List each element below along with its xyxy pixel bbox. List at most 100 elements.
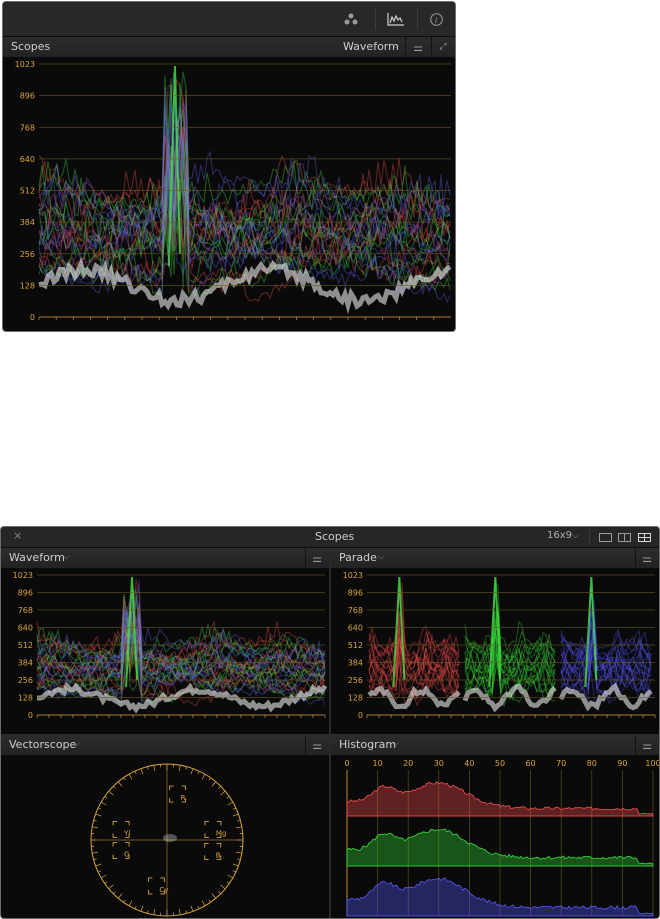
- y-tick-label: 128: [18, 694, 33, 703]
- y-tick-label: 768: [348, 606, 363, 615]
- histogram-title[interactable]: Histogram: [339, 738, 396, 751]
- settings-sliders-icon[interactable]: ⚌: [307, 737, 327, 753]
- y-tick-label: 128: [20, 281, 35, 290]
- waveform-quadrant: Waveform ⌵ ⚌ 1023 896 768 640 512 384 256 128 0: [1, 548, 329, 734]
- waveform-graph: 1023 896 768 640 512 384 256 128 0: [15, 60, 452, 322]
- x-tick-label: 30: [434, 759, 444, 768]
- y-tick-label: 512: [348, 641, 363, 650]
- y-tick-label: 256: [20, 250, 35, 259]
- svg-text:i: i: [435, 16, 438, 25]
- toolbar: i: [3, 2, 455, 37]
- x-tick-label: 100: [645, 759, 659, 768]
- waveform-graph: 1023 896 768 640 512 384 256 128 0: [1, 569, 329, 734]
- nodes-icon[interactable]: [339, 10, 363, 28]
- y-tick-label: 1023: [15, 60, 35, 69]
- y-tick-label: 128: [348, 694, 363, 703]
- vectorscope-target-label: Cy: [159, 886, 168, 894]
- chevron-down-icon[interactable]: ⌵: [392, 41, 399, 51]
- y-tick-label: 896: [18, 589, 33, 598]
- vectorscope-target: Mg: [204, 820, 226, 838]
- scope-waveform-icon[interactable]: [383, 10, 409, 28]
- y-tick-label: 0: [28, 711, 33, 720]
- settings-sliders-icon[interactable]: ⚌: [307, 550, 327, 566]
- y-tick-label: 1023: [13, 571, 33, 580]
- waveform-traces: [367, 576, 461, 710]
- y-tick-label: 384: [348, 659, 363, 668]
- chevron-down-icon[interactable]: ⌵: [378, 552, 385, 562]
- x-tick-label: 0: [344, 759, 349, 768]
- x-tick-label: 50: [495, 759, 505, 768]
- y-tick-label: 640: [20, 155, 35, 164]
- chevron-down-icon[interactable]: ⌵: [63, 552, 70, 562]
- parade-quadrant: Parade ⌵ ⚌ 1023 896 768 640 512 384 256 128 0: [331, 548, 659, 734]
- window-titlebar: × Scopes 16x9 ⌵: [1, 527, 659, 548]
- vectorscope-target-label: R: [181, 794, 186, 802]
- x-tick-label: 20: [403, 759, 413, 768]
- vectorscope-target-label: Yl: [123, 829, 130, 837]
- histogram-header: Histogram ⌵ ⚌: [331, 735, 659, 756]
- vectorscope-target-label: Mg: [216, 829, 226, 837]
- y-tick-label: 640: [348, 624, 363, 633]
- scope-mode-dropdown[interactable]: Waveform: [343, 40, 399, 53]
- y-tick-label: 512: [18, 641, 33, 650]
- vectorscope-header: Vectorscope ⌵ ⚌: [1, 735, 329, 756]
- x-tick-label: 90: [617, 759, 627, 768]
- x-tick-label: 70: [556, 759, 566, 768]
- panel-title: Scopes: [11, 40, 51, 53]
- close-icon[interactable]: ×: [13, 529, 22, 542]
- parade-graph: 1023 896 768 640 512 384 256 128 0: [331, 569, 659, 734]
- top-scope-panel: i Scopes Waveform ⌵ ⚌ ⤢ 1023 896 768 640 512…: [2, 1, 456, 332]
- y-tick-label: 1023: [343, 571, 363, 580]
- y-tick-label: 768: [18, 606, 33, 615]
- parade-header: Parade ⌵ ⚌: [331, 548, 659, 569]
- scope-header: Scopes Waveform ⌵ ⚌ ⤢: [3, 37, 455, 58]
- vectorscope-target: B: [204, 842, 222, 860]
- waveform-traces: [558, 576, 653, 712]
- y-tick-label: 0: [358, 711, 363, 720]
- vectorscope-target: R: [169, 785, 187, 803]
- vectorscope-trace: [163, 834, 177, 842]
- parade-title[interactable]: Parade: [339, 551, 377, 564]
- waveform-header: Waveform ⌵ ⚌: [1, 548, 329, 569]
- vectorscope-graph: R Mg B Cy G Yl: [1, 756, 329, 918]
- single-layout-icon[interactable]: [599, 533, 612, 542]
- y-tick-label: 896: [348, 589, 363, 598]
- waveform-traces: [36, 576, 328, 714]
- waveform-area: 1023 896 768 640 512 384 256 128 0: [3, 58, 455, 331]
- vectorscope-quadrant: Vectorscope ⌵ ⚌ R Mg B Cy G Yl: [1, 735, 329, 918]
- y-tick-label: 384: [20, 218, 35, 227]
- vectorscope-target-label: G: [124, 851, 129, 859]
- settings-sliders-icon[interactable]: ⚌: [408, 39, 428, 55]
- vectorscope-target: Yl: [112, 820, 130, 838]
- x-tick-label: 60: [526, 759, 536, 768]
- vectorscope-target: Cy: [147, 877, 168, 895]
- dual-layout-icon[interactable]: [618, 533, 631, 542]
- waveform-title[interactable]: Waveform: [9, 551, 65, 564]
- settings-sliders-icon[interactable]: ⚌: [637, 737, 657, 753]
- aspect-dropdown[interactable]: 16x9: [547, 530, 572, 541]
- x-tick-label: 40: [464, 759, 474, 768]
- window-title: Scopes: [315, 530, 355, 543]
- y-tick-label: 640: [18, 624, 33, 633]
- chevron-down-icon[interactable]: ⌵: [73, 739, 80, 749]
- y-tick-label: 384: [18, 659, 33, 668]
- histogram-graph: 0 10 20 30 40 50 60 70 80 90 100: [331, 756, 659, 918]
- y-tick-label: 256: [18, 676, 33, 685]
- y-tick-label: 768: [20, 123, 35, 132]
- quad-layout-icon[interactable]: [638, 533, 651, 542]
- x-tick-label: 10: [373, 759, 383, 768]
- waveform-traces: [38, 65, 452, 315]
- x-tick-label: 80: [587, 759, 597, 768]
- y-tick-label: 512: [20, 187, 35, 196]
- expand-icon[interactable]: ⤢: [433, 39, 453, 55]
- histogram-quadrant: Histogram ⌵ ⚌ 0 10 20 30 40 50 60 70 80 90 100: [331, 735, 659, 918]
- info-icon[interactable]: i: [425, 10, 447, 28]
- settings-sliders-icon[interactable]: ⚌: [637, 550, 657, 566]
- vectorscope-title[interactable]: Vectorscope: [9, 738, 76, 751]
- chevron-down-icon[interactable]: ⌵: [392, 739, 399, 749]
- vectorscope-target-label: B: [216, 851, 221, 859]
- vectorscope-target: G: [112, 842, 130, 860]
- chevron-down-icon[interactable]: ⌵: [572, 531, 579, 541]
- y-tick-label: 256: [348, 676, 363, 685]
- scopes-window: × Scopes 16x9 ⌵ Waveform ⌵ ⚌ 1023 896 768 6…: [0, 526, 660, 919]
